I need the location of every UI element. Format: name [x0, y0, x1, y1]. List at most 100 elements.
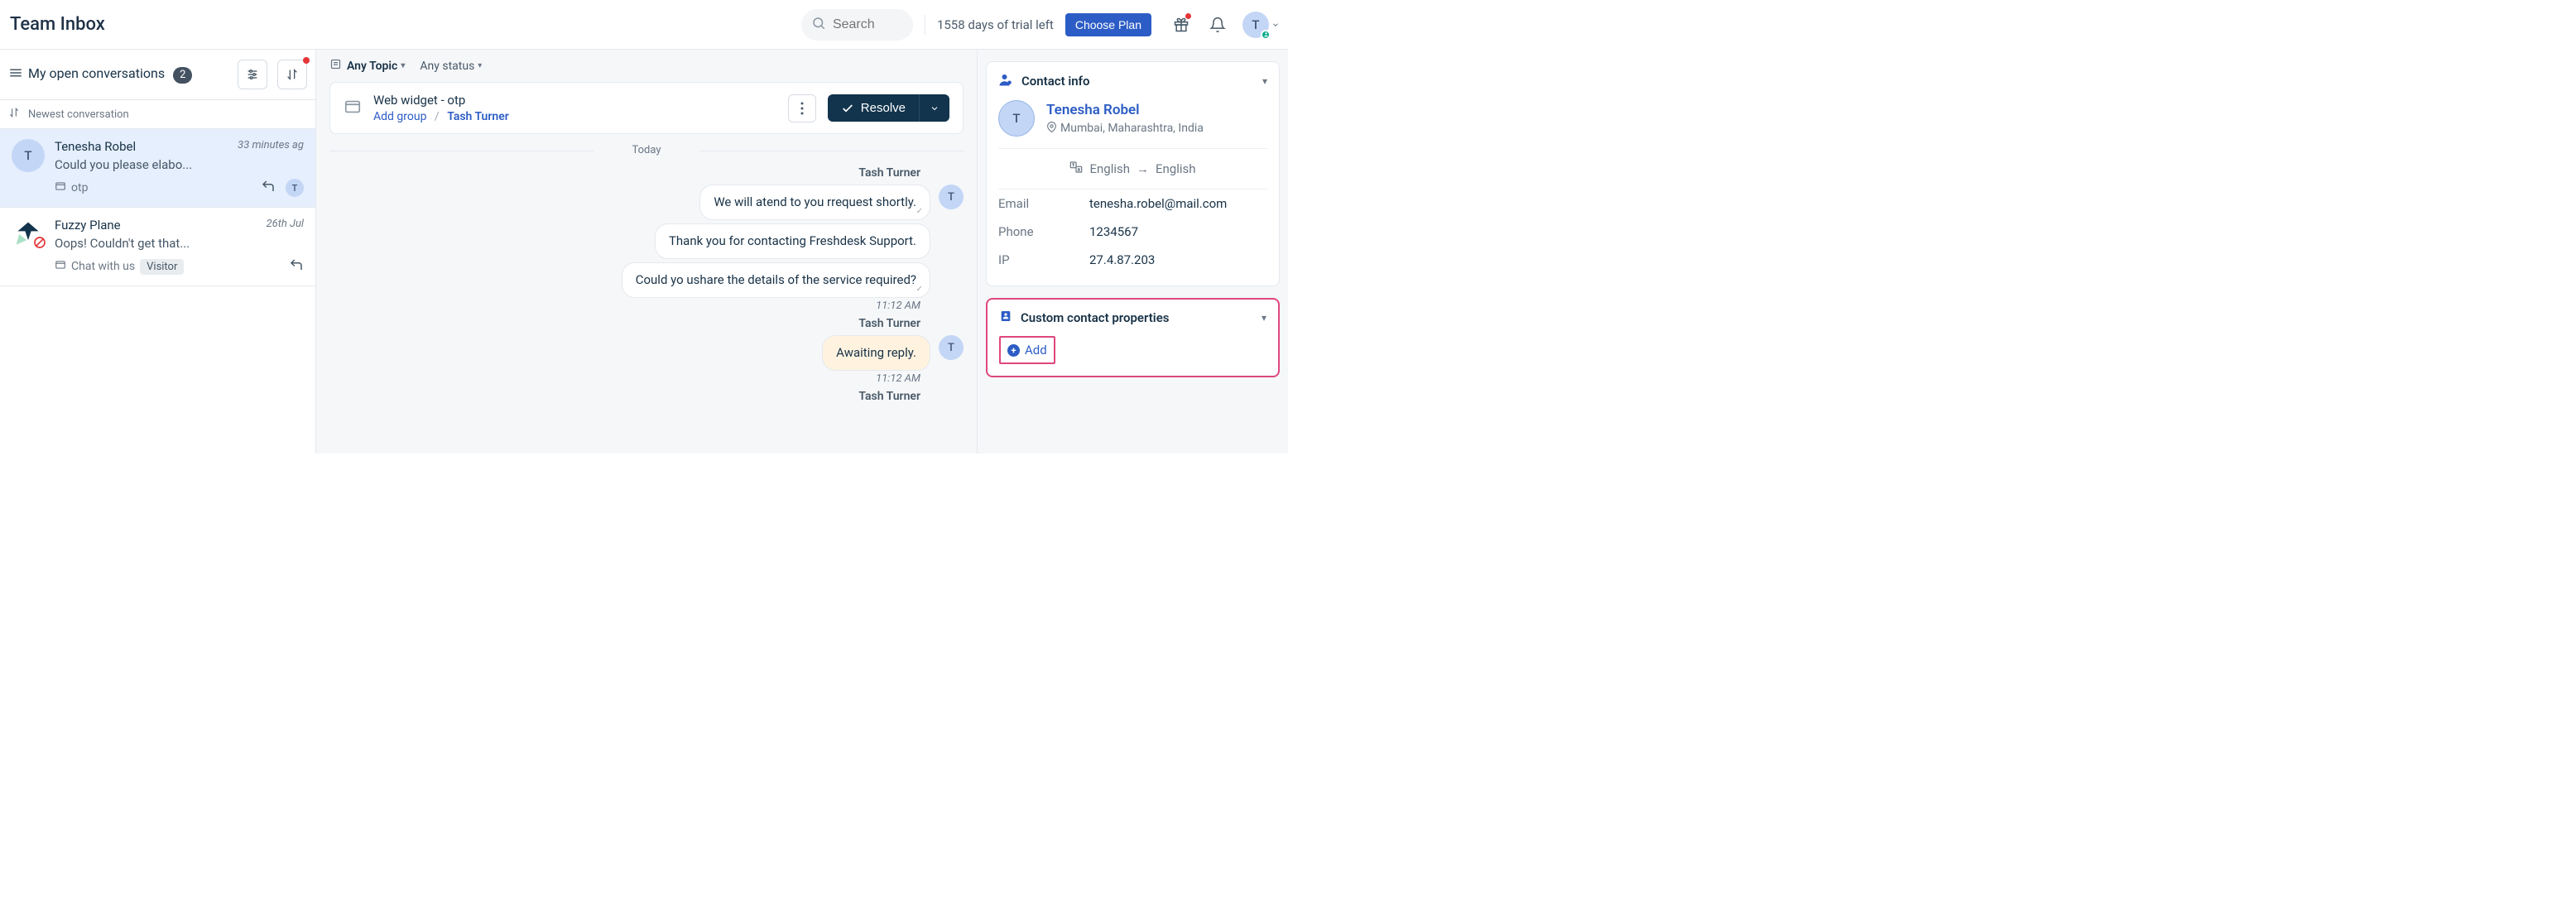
card-title: Contact info	[1021, 74, 1254, 89]
message-sender: Tash Turner	[858, 166, 920, 180]
conversation-item[interactable]: Fuzzy Plane 26th Jul Oops! Couldn't get …	[0, 208, 315, 286]
contact-location: Mumbai, Maharashtra, India	[1046, 122, 1204, 136]
message-timestamp: 11:12 AM	[876, 372, 920, 385]
conversation-channel: Chat with us	[71, 260, 135, 273]
blocked-icon	[33, 236, 46, 252]
more-actions-button[interactable]	[788, 94, 816, 122]
contact-info-card: Contact info ▾ T Tenesha Robel Mumbai, M…	[986, 61, 1280, 286]
sidebar-title-text: My open conversations	[28, 65, 165, 81]
topic-filter-icon	[329, 58, 342, 74]
private-note-bubble: Awaiting reply.	[822, 335, 930, 371]
conversation-name: Fuzzy Plane	[55, 218, 121, 233]
topic-filter-label: Any Topic	[347, 60, 397, 73]
status-filter[interactable]: Any status ▾	[420, 60, 482, 73]
chevron-down-icon	[1271, 17, 1280, 32]
check-icon	[841, 102, 854, 115]
reply-icon[interactable]	[289, 257, 304, 276]
conversation-channel: otp	[71, 181, 88, 194]
search-input[interactable]	[833, 17, 899, 32]
topic-filter[interactable]: Any Topic ▾	[347, 60, 405, 73]
sidebar-title[interactable]: My open conversations 2	[28, 65, 228, 84]
conversation-item[interactable]: T Tenesha Robel 33 minutes ag Could you …	[0, 129, 315, 208]
arrow-right-icon: →	[1137, 161, 1149, 176]
web-widget-icon	[55, 259, 66, 274]
search-box[interactable]	[801, 9, 913, 41]
resolve-button[interactable]: Resolve	[828, 94, 919, 122]
contact-location-text: Mumbai, Maharashtra, India	[1060, 122, 1204, 135]
message-timestamp: 11:12 AM	[876, 300, 920, 312]
add-label: Add	[1025, 343, 1047, 358]
conversation-avatar: T	[12, 139, 45, 172]
trial-days-text: 1558 days of trial left	[937, 17, 1054, 32]
custom-properties-header[interactable]: Custom contact properties ▾	[988, 300, 1278, 336]
delivered-icon: ✓	[916, 206, 923, 218]
resolve-dropdown-button[interactable]	[919, 94, 949, 122]
date-divider: Today	[316, 144, 977, 156]
contact-field-ip: IP 27.4.87.203	[998, 246, 1267, 274]
hamburger-icon[interactable]	[8, 65, 23, 84]
chevron-down-icon: ▾	[1262, 312, 1266, 324]
right-panel: Contact info ▾ T Tenesha Robel Mumbai, M…	[978, 50, 1288, 454]
message-sender: Tash Turner	[858, 317, 920, 330]
plus-icon: +	[1007, 344, 1020, 357]
notification-dot	[1185, 13, 1191, 19]
contact-info-header[interactable]: Contact info ▾	[987, 62, 1279, 100]
user-menu[interactable]: T	[1242, 12, 1280, 38]
sort-row[interactable]: Newest conversation	[0, 99, 315, 129]
top-bar: Team Inbox 1558 days of trial left Choos…	[0, 0, 1288, 50]
visitor-badge: Visitor	[140, 259, 184, 275]
message-avatar: T	[939, 185, 964, 209]
contact-name-link[interactable]: Tenesha Robel	[1046, 102, 1140, 118]
custom-properties-card: Custom contact properties ▾ + Add	[986, 298, 1280, 377]
contact-field-phone: Phone 1234567	[998, 218, 1267, 246]
lang-to: English	[1156, 161, 1196, 176]
chevron-down-icon: ▾	[478, 61, 482, 70]
filter-bar: Any Topic ▾ Any status ▾	[316, 50, 977, 82]
sort-label: Newest conversation	[28, 108, 129, 121]
lang-from: English	[1089, 161, 1130, 176]
avatar-initial: T	[1252, 17, 1259, 32]
conversation-avatar	[12, 218, 45, 251]
message-text: We will atend to you rrequest shortly.	[714, 194, 916, 209]
translation-row[interactable]: English → English	[998, 149, 1267, 190]
contact-icon	[998, 72, 1013, 90]
reply-icon[interactable]	[261, 179, 276, 197]
sort-indicator-dot	[303, 57, 310, 64]
filter-button[interactable]	[238, 60, 267, 89]
message-avatar: T	[939, 335, 964, 360]
gifts-icon-button[interactable]	[1166, 10, 1196, 40]
assignee-link[interactable]: Tash Turner	[447, 110, 509, 123]
conversation-preview: Oops! Couldn't get that...	[55, 236, 304, 251]
sort-button[interactable]	[277, 60, 307, 89]
contact-field-email: Email tenesha.robel@mail.com	[998, 190, 1267, 218]
choose-plan-button[interactable]: Choose Plan	[1065, 13, 1151, 36]
web-widget-icon	[344, 98, 362, 119]
chat-stream: Tash Turner We will atend to you rreques…	[316, 161, 977, 408]
bell-icon-button[interactable]	[1203, 10, 1233, 40]
conversation-time: 33 minutes ag	[238, 139, 304, 154]
status-online-icon	[1261, 30, 1271, 40]
delivered-icon: ✓	[916, 284, 923, 295]
location-icon	[1046, 122, 1057, 136]
properties-icon	[999, 310, 1012, 326]
message-group: Tash Turner Awaiting reply. T 11:12 AM	[329, 317, 964, 385]
message-group: Tash Turner	[329, 390, 964, 408]
chevron-down-icon	[930, 103, 940, 113]
field-value: 1234567	[1089, 224, 1267, 239]
resolve-button-group: Resolve	[828, 94, 949, 122]
field-label: Email	[998, 196, 1089, 211]
ticket-header-card: Web widget - otp Add group / Tash Turner…	[329, 82, 964, 134]
add-custom-property-button[interactable]: + Add	[999, 336, 1055, 364]
user-avatar: T	[1242, 12, 1269, 38]
translate-icon	[1069, 161, 1083, 177]
field-label: IP	[998, 252, 1089, 267]
message-text: Could yo ushare the details of the servi…	[636, 272, 916, 287]
message-bubble: Could yo ushare the details of the servi…	[622, 262, 930, 298]
field-value: tenesha.robel@mail.com	[1089, 196, 1267, 211]
conversation-name: Tenesha Robel	[55, 139, 136, 154]
message-bubble: Thank you for contacting Freshdesk Suppo…	[655, 223, 930, 259]
add-group-link[interactable]: Add group	[373, 110, 426, 123]
conversation-list: T Tenesha Robel 33 minutes ag Could you …	[0, 129, 315, 286]
message-text: Awaiting reply.	[836, 345, 916, 360]
conversation-time: 26th Jul	[267, 218, 304, 233]
